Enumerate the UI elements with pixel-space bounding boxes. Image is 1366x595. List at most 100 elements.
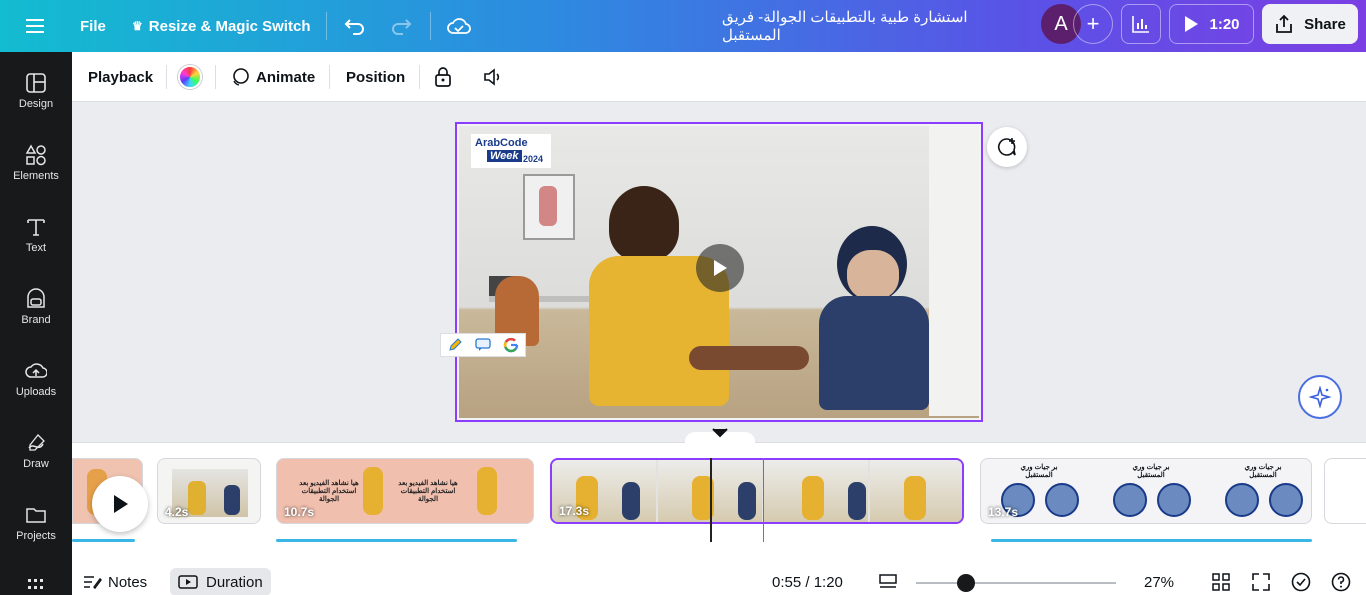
playback-button[interactable]: Playback: [88, 52, 153, 102]
hamburger-icon[interactable]: [26, 0, 46, 52]
comment-icon[interactable]: [469, 334, 497, 356]
animate-button[interactable]: Animate: [230, 52, 315, 102]
present-play-button[interactable]: 1:20: [1169, 4, 1254, 44]
check-circle-icon[interactable]: [1291, 568, 1311, 595]
context-toolbar: Playback Animate Position: [72, 52, 1366, 102]
help-icon[interactable]: [1331, 568, 1351, 595]
sidebar-label: Brand: [21, 314, 51, 326]
plus-icon: +: [1086, 11, 1100, 36]
audio-track[interactable]: [276, 539, 517, 542]
sidebar-item-uploads[interactable]: Uploads: [0, 354, 72, 414]
add-page-clip[interactable]: [1324, 458, 1366, 524]
duration-label: Duration: [206, 573, 263, 591]
brand-icon: [27, 288, 45, 308]
sidebar-label: Elements: [13, 170, 59, 182]
timeline-clip[interactable]: هيا نشاهد الفيديو بعد استخدام التطبيقات …: [276, 458, 534, 524]
play-icon: [714, 260, 727, 276]
share-button[interactable]: Share: [1262, 4, 1358, 44]
divider: [326, 12, 327, 40]
insights-button[interactable]: [1121, 4, 1161, 44]
sidebar-label: Draw: [23, 458, 49, 470]
sparkle-icon: [1309, 386, 1331, 408]
left-sidebar: Design Elements Text Brand Uploads Draw …: [0, 52, 72, 595]
clip-text: بر جيات وري المستقبل: [1244, 464, 1282, 479]
cloud-saved-icon[interactable]: [447, 0, 471, 52]
bar-chart-icon: [1132, 16, 1149, 33]
design-title[interactable]: استشارة طبية بالتطبيقات الجوالة- فريق ال…: [722, 0, 1016, 52]
sidebar-item-design[interactable]: Design: [0, 66, 72, 126]
clip-text: هيا نشاهد الفيديو بعد استخدام التطبيقات …: [398, 480, 458, 503]
add-collaborator-button[interactable]: +: [1073, 4, 1113, 44]
audio-track[interactable]: [72, 539, 135, 542]
file-menu-button[interactable]: File: [80, 0, 106, 52]
zoom-slider-handle[interactable]: [957, 574, 975, 592]
notes-button[interactable]: Notes: [82, 568, 147, 595]
timeline-clip-selected[interactable]: 17.3s: [550, 458, 964, 524]
logo-text: ArabCode: [475, 137, 528, 149]
share-label: Share: [1304, 15, 1346, 33]
edit-pencil-icon[interactable]: [441, 334, 469, 356]
clip-duration: 10.7s: [284, 505, 315, 519]
zoom-slider-track[interactable]: [916, 582, 1116, 584]
grid-view-icon[interactable]: [1212, 568, 1230, 595]
share-icon: [1276, 14, 1293, 33]
film-icon: [178, 575, 198, 589]
video-play-button[interactable]: [696, 244, 744, 292]
top-bar: File ♛ Resize & Magic Switch استشارة طبي…: [0, 0, 1366, 52]
duration-button[interactable]: Duration: [170, 568, 271, 595]
sidebar-item-projects[interactable]: Projects: [0, 498, 72, 558]
play-icon: [114, 495, 128, 513]
sidebar-item-text[interactable]: Text: [0, 210, 72, 270]
google-search-icon[interactable]: [497, 334, 525, 356]
arabcode-week-logo: ArabCode Week 2024: [471, 134, 551, 168]
sidebar-item-draw[interactable]: Draw: [0, 426, 72, 486]
uploads-icon: [25, 363, 47, 378]
chevron-down-icon: [712, 428, 728, 438]
animate-label: Animate: [256, 68, 316, 86]
timeline-clip[interactable]: بر جيات وري المستقبل بر جيات وري المستقب…: [980, 458, 1312, 524]
color-wheel-icon: [178, 65, 202, 89]
divider: [215, 65, 216, 89]
undo-icon[interactable]: [344, 0, 366, 52]
time-display: 0:55 / 1:20: [772, 573, 843, 591]
logo-year: 2024: [523, 154, 544, 164]
playhead[interactable]: [710, 458, 712, 542]
divider: [329, 65, 330, 89]
clip-duration: 13.7s: [988, 505, 1019, 519]
audio-track[interactable]: [991, 539, 1312, 542]
timeline-play-button[interactable]: [92, 476, 148, 532]
fullscreen-icon[interactable]: [1252, 568, 1270, 595]
projects-icon: [26, 508, 46, 523]
sidebar-label: Uploads: [15, 386, 57, 398]
clip-text: بر جيات وري المستقبل: [1132, 464, 1170, 479]
apps-grid-icon[interactable]: [0, 572, 72, 592]
sidebar-label: Design: [18, 98, 54, 110]
color-picker-button[interactable]: [178, 52, 202, 102]
sidebar-item-elements[interactable]: Elements: [0, 138, 72, 198]
page-view-icon[interactable]: [878, 568, 898, 595]
clip-duration: 17.3s: [559, 504, 590, 518]
sidebar-label: Text: [25, 242, 47, 254]
playhead-marker: [763, 458, 764, 542]
resize-label: Resize & Magic Switch: [148, 17, 311, 35]
position-button[interactable]: Position: [346, 52, 405, 102]
draw-icon: [28, 434, 45, 451]
divider: [430, 12, 431, 40]
design-icon: [26, 73, 46, 93]
volume-icon[interactable]: [482, 52, 504, 102]
magic-assistant-button[interactable]: [1298, 375, 1342, 419]
elements-icon: [25, 144, 46, 166]
resize-magic-switch-button[interactable]: ♛ Resize & Magic Switch: [132, 0, 310, 52]
zoom-level[interactable]: 27%: [1144, 568, 1174, 595]
redo-icon[interactable]: [390, 0, 412, 52]
clip-text: بر جيات وري المستقبل: [1020, 464, 1058, 479]
timeline-collapse-tab[interactable]: [685, 428, 755, 444]
add-comment-button[interactable]: [987, 127, 1027, 167]
timeline-clip[interactable]: 4.2s: [157, 458, 261, 524]
lock-icon[interactable]: [434, 52, 452, 102]
text-icon: [27, 219, 45, 236]
crown-icon: ♛: [132, 19, 143, 33]
play-duration: 1:20: [1209, 15, 1240, 33]
sidebar-item-brand[interactable]: Brand: [0, 282, 72, 342]
floating-mini-toolbar: [440, 333, 526, 357]
